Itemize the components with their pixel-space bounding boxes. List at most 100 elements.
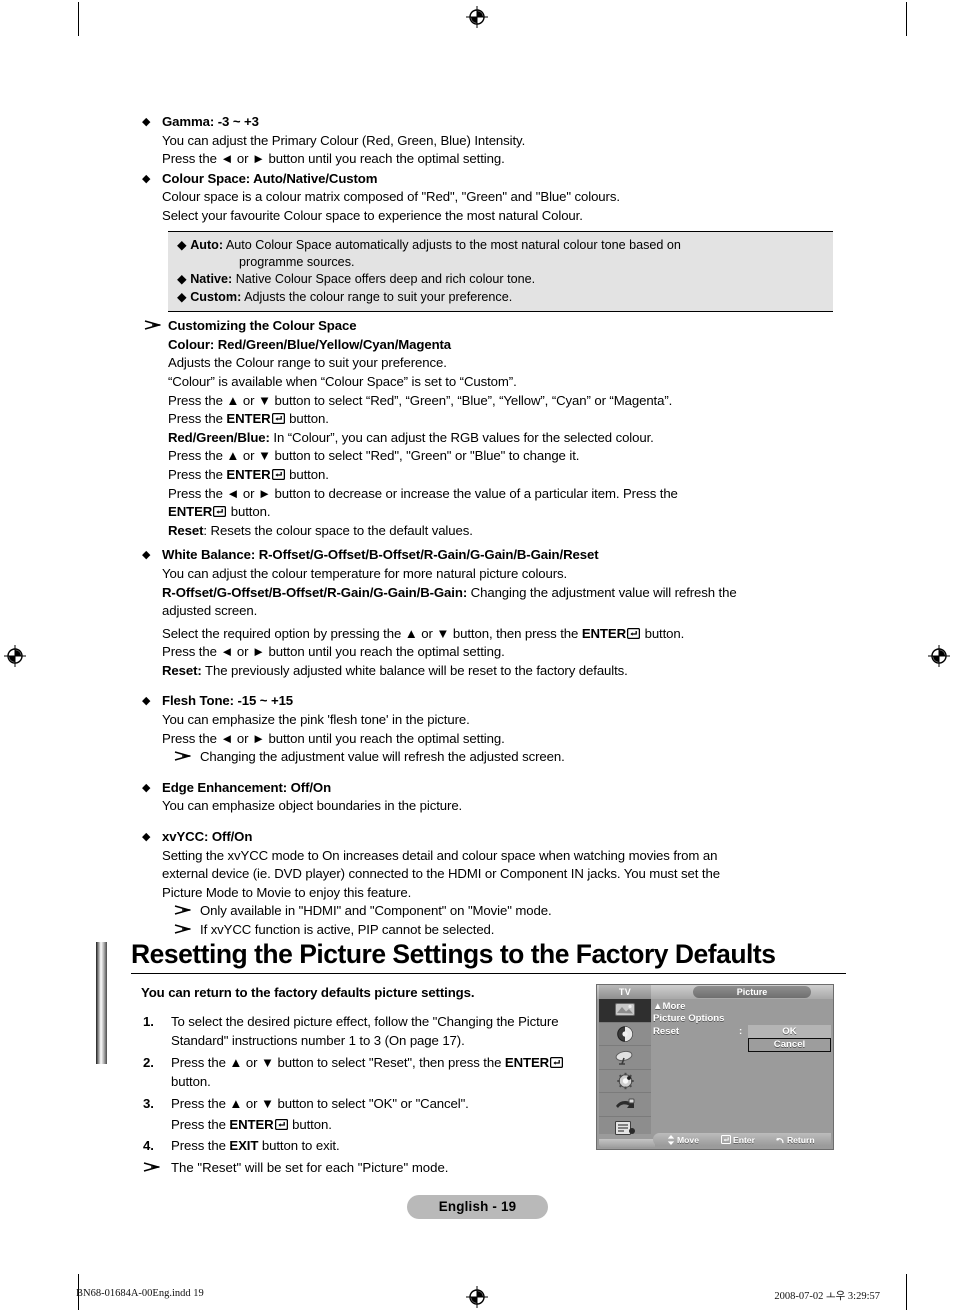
button-suffix-label: button.: [227, 504, 271, 520]
customizing-subheading: Colour: Red/Green/Blue/Yellow/Cyan/Magen…: [168, 336, 452, 352]
osd-tv-label: TV: [599, 985, 651, 999]
step-1-text: To select the desired picture effect, fo…: [171, 1014, 559, 1049]
print-footer-filename: BN68-01684A-00Eng.indd 19: [76, 1288, 204, 1299]
press-the-label: Press the: [168, 411, 227, 427]
osd-cancel-button[interactable]: Cancel: [748, 1037, 831, 1052]
white-balance-line-2b: adjusted screen.: [162, 603, 258, 619]
section-colour-space: ◆ Colour Space: Auto/Native/Custom Colou…: [140, 170, 846, 226]
osd-footer: Move Enter Return: [653, 1133, 831, 1146]
setup-icon: [616, 1072, 635, 1090]
xvycc-note-2: If xvYCC function is active, PIP cannot …: [170, 921, 846, 940]
osd-footer-move[interactable]: Move: [667, 1134, 699, 1145]
rgb-term-label: Red/Green/Blue:: [168, 429, 270, 445]
osd-reset-colon: :: [739, 1025, 743, 1037]
reset-section-lead: You can return to the factory defaults p…: [141, 985, 475, 1000]
customizing-line-1: Adjusts the Colour range to suit your pr…: [168, 355, 447, 371]
osd-sidebar-item-setup[interactable]: [599, 1070, 651, 1093]
flesh-tone-note: Changing the adjustment value will refre…: [170, 748, 846, 767]
diamond-bullet-icon: ◆: [142, 695, 151, 708]
osd-sidebar-item-application[interactable]: [599, 1117, 651, 1140]
option-custom-text: Adjusts the colour range to suit your pr…: [244, 289, 513, 304]
customizing-line-3: Press the ▲ or ▼ button to select “Red”,…: [168, 392, 673, 408]
osd-sidebar-item-sound[interactable]: [599, 1023, 651, 1046]
enter-key-icon: [271, 468, 285, 480]
tv-osd-menu: TV Picture ▲More Picture Options Reset:…: [596, 984, 834, 1150]
option-custom-term: Custom:: [190, 289, 242, 304]
input-icon: [614, 1097, 636, 1112]
customizing-enter-line-2: Press the ENTER button.: [168, 466, 846, 485]
xvycc-line-2: external device (ie. DVD player) connect…: [162, 866, 720, 882]
diamond-bullet-icon: ◆: [142, 116, 151, 128]
colour-space-line-2: Select your favourite Colour space to ex…: [162, 207, 583, 223]
section-white-balance: ◆ White Balance: R-Offset/G-Offset/B-Off…: [140, 546, 846, 680]
enter-key-icon: [627, 627, 641, 639]
customizing-rgb-line-2: Press the ▲ or ▼ button to select "Red",…: [168, 448, 580, 464]
osd-sidebar-item-input[interactable]: [599, 1093, 651, 1117]
enter-button-label: ENTER: [229, 1117, 274, 1133]
diamond-bullet-icon: ◆: [142, 549, 151, 562]
flesh-tone-note-text: Changing the adjustment value will refre…: [200, 749, 565, 765]
diamond-bullet-icon: ◆: [142, 831, 151, 844]
page-content: ◆ Gamma: -3 ~ +3 You can adjust the Prim…: [140, 113, 846, 941]
osd-sidebar-item-channel[interactable]: [599, 1046, 651, 1070]
osd-footer-enter[interactable]: Enter: [720, 1135, 755, 1145]
xvycc-line-3: Picture Mode to Movie to enjoy this feat…: [162, 884, 412, 900]
option-auto-cont: programme sources.: [239, 254, 355, 269]
page-number-badge: English - 19: [407, 1195, 548, 1219]
reset-text-label: The previously adjusted white balance wi…: [201, 662, 628, 678]
diamond-bullet-icon: ◆: [177, 289, 187, 304]
flesh-tone-heading: Flesh Tone: -15 ~ +15: [162, 693, 294, 709]
customizing-enter-line: Press the ENTER button.: [168, 410, 846, 429]
enter-button-label: ENTER: [168, 504, 213, 520]
customizing-title: Customizing the Colour Space: [168, 318, 357, 334]
step-4-text-pre: Press the: [171, 1138, 230, 1154]
osd-footer-return[interactable]: Return: [775, 1135, 815, 1145]
diamond-bullet-icon: ◆: [142, 172, 151, 185]
osd-reset-row[interactable]: Reset : OK Cancel: [653, 1024, 831, 1052]
osd-ok-button[interactable]: OK: [748, 1024, 831, 1038]
note-arrow-icon: [174, 749, 191, 762]
xvycc-note-1-text: Only available in "HDMI" and "Component"…: [200, 903, 552, 919]
note-arrow-icon: [174, 903, 191, 916]
gamma-line-1: You can adjust the Primary Colour (Red, …: [162, 132, 526, 148]
osd-footer-return-label: Return: [786, 1134, 815, 1145]
select-option-label: Select the required option by pressing t…: [162, 625, 582, 641]
osd-footer-move-label: Move: [677, 1134, 699, 1145]
colour-space-options-box: ◆ Auto: Auto Colour Space automatically …: [168, 230, 833, 313]
rgb-text-label: In “Colour”, you can adjust the RGB valu…: [269, 429, 654, 445]
button-suffix-label: button.: [285, 411, 329, 427]
osd-sidebar-item-picture[interactable]: [599, 999, 651, 1023]
white-balance-term-line: R-Offset/G-Offset/B-Offset/R-Gain/G-Gain…: [162, 584, 846, 603]
up-arrow-icon: ▲: [653, 1001, 663, 1012]
return-icon: [775, 1135, 785, 1145]
enter-key-icon: [271, 413, 285, 425]
option-native: ◆ Native: Native Colour Space offers dee…: [177, 271, 825, 288]
reset-term-label: Reset:: [162, 662, 202, 678]
picture-icon: [614, 1002, 636, 1018]
osd-more-label: More: [662, 1001, 686, 1012]
osd-content: ▲More Picture Options Reset : OK Cancel: [653, 1001, 831, 1052]
application-icon: [614, 1120, 636, 1136]
white-balance-line-4: Press the ◄ or ► button until you reach …: [162, 644, 505, 660]
reset-section-note: The "Reset" will be set for each "Pictur…: [140, 1158, 570, 1177]
updown-arrow-icon: [667, 1134, 675, 1145]
section-flesh-tone: ◆ Flesh Tone: -15 ~ +15 You can emphasiz…: [140, 692, 846, 766]
step-1: 1. To select the desired picture effect,…: [140, 1012, 570, 1051]
step-2-number: 2.: [143, 1054, 154, 1070]
osd-sidebar: [599, 999, 651, 1140]
section-gamma: ◆ Gamma: -3 ~ +3 You can adjust the Prim…: [140, 113, 846, 169]
button-suffix-label: button.: [641, 625, 685, 641]
osd-more-row[interactable]: ▲More: [653, 1001, 831, 1013]
white-balance-select-line: Select the required option by pressing t…: [162, 625, 846, 644]
channel-icon: [614, 1049, 636, 1065]
enter-key-icon: [213, 506, 227, 518]
diamond-bullet-icon: ◆: [177, 272, 187, 287]
reset-section: Resetting the Picture Settings to the Fa…: [96, 938, 846, 1064]
sound-icon: [616, 1025, 634, 1043]
print-footer-timestamp: 2008-07-02 ㅗ우 3:29:57: [774, 1291, 880, 1302]
manual-page: ◆ Gamma: -3 ~ +3 You can adjust the Prim…: [0, 0, 954, 1314]
enter-icon: [720, 1135, 731, 1144]
customizing-decrease-line: Press the ◄ or ► button to decrease or i…: [168, 485, 678, 501]
white-balance-term-text: Changing the adjustment value will refre…: [467, 584, 737, 600]
flesh-tone-line-2: Press the ◄ or ► button until you reach …: [162, 730, 505, 746]
